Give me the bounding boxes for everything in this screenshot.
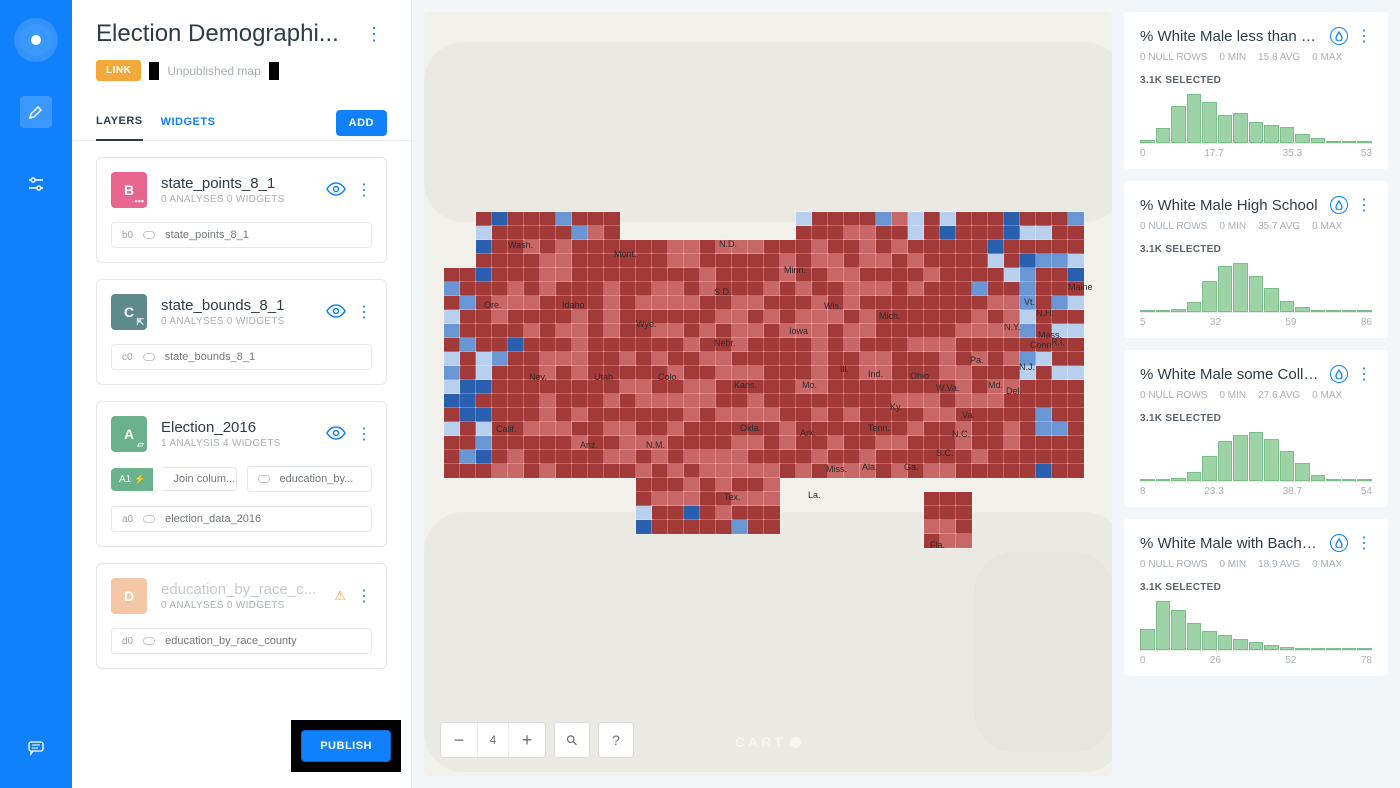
histogram-widget[interactable]: % White Male some Colle... ⋮ 0 NULL ROWS0 … xyxy=(1124,350,1388,507)
map-status: Unpublished map xyxy=(167,64,260,78)
source-node[interactable]: a0election_data_2016 xyxy=(111,506,372,532)
widget-stats: 0 NULL ROWS0 MIN35.7 AVG0 MAX xyxy=(1140,221,1372,232)
layer-name: state_points_8_1 xyxy=(161,175,312,192)
map-title-menu-icon[interactable]: ⋮ xyxy=(361,24,387,45)
layer-card[interactable]: B••• state_points_8_1 0 ANALYSES 0 WIDGETS… xyxy=(96,157,387,263)
widget-menu-icon[interactable]: ⋮ xyxy=(1356,364,1372,384)
source-node[interactable]: b0state_points_8_1 xyxy=(111,222,372,248)
chat-icon[interactable] xyxy=(20,732,52,764)
layers-list: B••• state_points_8_1 0 ANALYSES 0 WIDGETS… xyxy=(72,141,411,788)
layer-meta: 0 ANALYSES 0 WIDGETS xyxy=(161,194,312,205)
histogram-axis: 5325986 xyxy=(1140,317,1372,328)
layer-card[interactable]: Deducation_by_race_c... 0 ANALYSES 0 WIDG… xyxy=(96,563,387,669)
widget-selected-count: 3.1K SELECTED xyxy=(1140,582,1372,593)
caret-marker-2 xyxy=(269,62,279,80)
publish-button[interactable]: PUBLISH xyxy=(301,730,391,762)
map-search-button[interactable]: ⚲ xyxy=(554,722,590,758)
map-area: Wash.Mont.N.D.Minn.MaineOre.IdahoS.D.Wis… xyxy=(412,0,1124,788)
state-label: La. xyxy=(808,490,821,500)
histogram-bars[interactable] xyxy=(1140,432,1372,482)
layer-letter-icon: C⇱ xyxy=(111,294,147,330)
layer-letter-icon: B••• xyxy=(111,172,147,208)
histogram-axis: 823.338.754 xyxy=(1140,486,1372,497)
layer-meta: 0 ANALYSES 0 WIDGETS xyxy=(161,316,312,327)
left-panel: Election Demographi... ⋮ LINK Unpublishe… xyxy=(72,0,412,788)
layer-menu-icon[interactable]: ⋮ xyxy=(356,180,372,200)
widget-title: % White Male High School xyxy=(1140,197,1324,214)
app-logo[interactable] xyxy=(20,24,52,56)
source-node[interactable]: c0state_bounds_8_1 xyxy=(111,344,372,370)
zoom-level: 4 xyxy=(477,723,509,757)
analysis-node[interactable]: A1 ⚡Join colum... xyxy=(111,466,237,492)
layer-card[interactable]: A▱ Election_2016 1 ANALYSIS 4 WIDGETS ⋮ A1 ⚡… xyxy=(96,401,387,547)
widget-title: % White Male with Bachel... xyxy=(1140,535,1324,552)
map-help-button[interactable]: ? xyxy=(598,722,634,758)
warning-icon: ⚠ xyxy=(334,588,346,604)
layer-letter-icon: A▱ xyxy=(111,416,147,452)
histogram-widget[interactable]: % White Male High School ⋮ 0 NULL ROWS0 MI… xyxy=(1124,181,1388,338)
layer-name: state_bounds_8_1 xyxy=(161,297,312,314)
visibility-toggle-icon[interactable] xyxy=(326,182,346,199)
zoom-control: − 4 + xyxy=(440,722,546,758)
sliders-tool[interactable] xyxy=(20,168,52,200)
histogram-widget[interactable]: % White Male with Bachel... ⋮ 0 NULL ROWS0… xyxy=(1124,519,1388,676)
histogram-axis: 0265278 xyxy=(1140,655,1372,666)
layer-name: education_by_race_c... xyxy=(161,581,320,598)
widget-style-icon[interactable] xyxy=(1330,534,1348,552)
widget-menu-icon[interactable]: ⋮ xyxy=(1356,26,1372,46)
histogram-widget[interactable]: % White Male less than Hi... ⋮ 0 NULL ROWS… xyxy=(1124,12,1388,169)
tab-layers[interactable]: LAYERS xyxy=(96,105,143,141)
caret-marker xyxy=(149,62,159,80)
layer-meta: 0 ANALYSES 0 WIDGETS xyxy=(161,600,320,611)
widgets-panel: % White Male less than Hi... ⋮ 0 NULL ROWS… xyxy=(1124,0,1400,788)
analysis-node[interactable]: education_by... xyxy=(247,466,373,492)
map-title[interactable]: Election Demographi... xyxy=(96,20,339,48)
widget-stats: 0 NULL ROWS0 MIN18.9 AVG0 MAX xyxy=(1140,559,1372,570)
widget-selected-count: 3.1K SELECTED xyxy=(1140,75,1372,86)
zoom-out-button[interactable]: − xyxy=(441,730,477,751)
layer-card[interactable]: C⇱ state_bounds_8_1 0 ANALYSES 0 WIDGETS ⋮ c… xyxy=(96,279,387,385)
visibility-toggle-icon[interactable] xyxy=(326,304,346,321)
histogram-axis: 017.735.353 xyxy=(1140,148,1372,159)
histogram-bars[interactable] xyxy=(1140,94,1372,144)
widget-stats: 0 NULL ROWS0 MIN27.6 AVG0 MAX xyxy=(1140,390,1372,401)
pencil-tool[interactable] xyxy=(20,96,52,128)
add-button[interactable]: ADD xyxy=(336,110,387,136)
layer-menu-icon[interactable]: ⋮ xyxy=(356,302,372,322)
publish-highlight: PUBLISH xyxy=(291,720,401,772)
layer-meta: 1 ANALYSIS 4 WIDGETS xyxy=(161,438,312,449)
source-node[interactable]: d0education_by_race_county xyxy=(111,628,372,654)
layer-menu-icon[interactable]: ⋮ xyxy=(356,424,372,444)
widget-menu-icon[interactable]: ⋮ xyxy=(1356,533,1372,553)
widget-style-icon[interactable] xyxy=(1330,365,1348,383)
map-canvas[interactable]: Wash.Mont.N.D.Minn.MaineOre.IdahoS.D.Wis… xyxy=(424,12,1112,776)
carto-logo: CART xyxy=(735,734,801,750)
widget-title: % White Male some Colle... xyxy=(1140,366,1324,383)
layer-letter-icon: D xyxy=(111,578,147,614)
histogram-bars[interactable] xyxy=(1140,263,1372,313)
layer-name: Election_2016 xyxy=(161,419,312,436)
widget-selected-count: 3.1K SELECTED xyxy=(1140,244,1372,255)
histogram-bars[interactable] xyxy=(1140,601,1372,651)
link-badge[interactable]: LINK xyxy=(96,60,141,81)
widget-stats: 0 NULL ROWS0 MIN15.8 AVG0 MAX xyxy=(1140,52,1372,63)
widget-selected-count: 3.1K SELECTED xyxy=(1140,413,1372,424)
side-rail xyxy=(0,0,72,788)
widget-menu-icon[interactable]: ⋮ xyxy=(1356,195,1372,215)
widget-style-icon[interactable] xyxy=(1330,196,1348,214)
widget-style-icon[interactable] xyxy=(1330,27,1348,45)
layer-menu-icon[interactable]: ⋮ xyxy=(356,586,372,606)
widget-title: % White Male less than Hi... xyxy=(1140,28,1324,45)
visibility-toggle-icon[interactable] xyxy=(326,426,346,443)
zoom-in-button[interactable]: + xyxy=(509,730,545,751)
tab-widgets[interactable]: WIDGETS xyxy=(161,106,216,140)
